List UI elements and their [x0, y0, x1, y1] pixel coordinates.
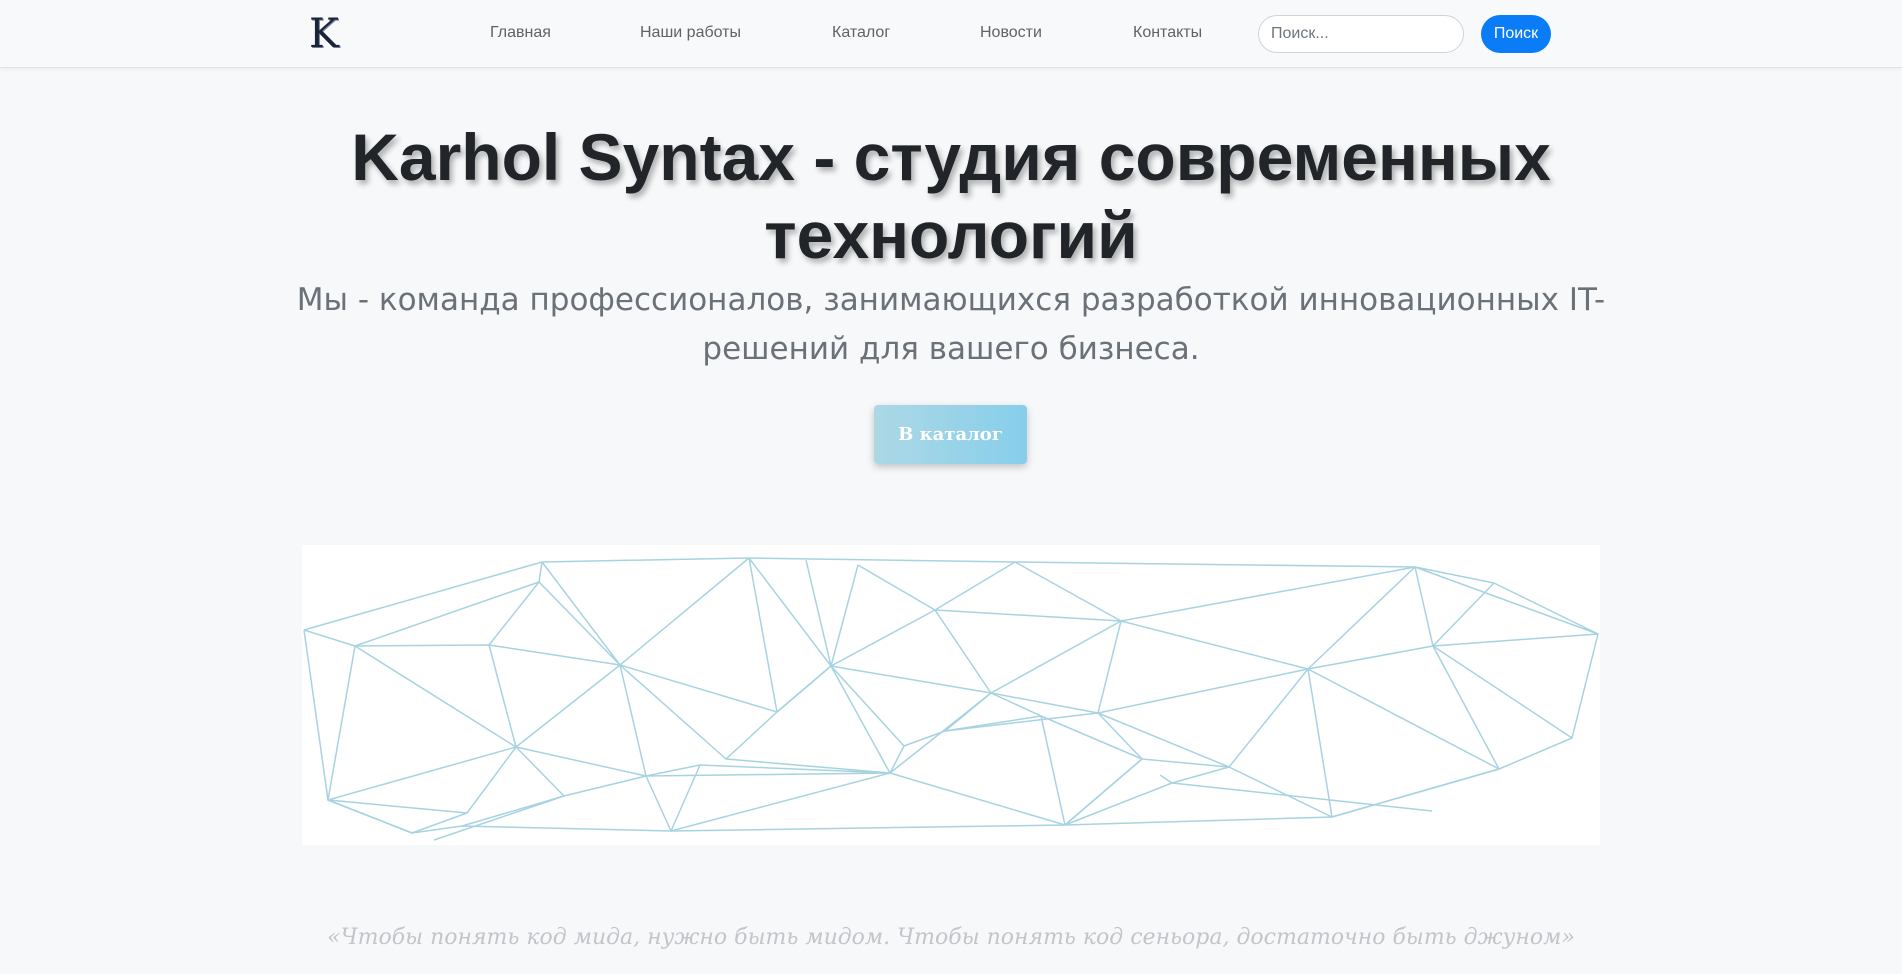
nav-link-news[interactable]: Новости: [980, 24, 1042, 42]
logo[interactable]: K: [306, 12, 342, 56]
nav-link-catalog[interactable]: Каталог: [832, 24, 890, 42]
hero-title: Karhol Syntax - студия современных техно…: [351, 120, 1551, 272]
search-input[interactable]: [1258, 15, 1464, 53]
nav-link-contacts[interactable]: Контакты: [1133, 24, 1202, 42]
navbar: K Главная Наши работы Каталог Новости Ко…: [0, 0, 1902, 68]
polygon-mesh-graphic: [303, 557, 1599, 841]
hero-subtitle: Мы - команда профессионалов, занимающихс…: [296, 282, 1606, 367]
search-button[interactable]: Поиск: [1481, 15, 1551, 53]
quote: «Чтобы понять код мида, нужно быть мидом…: [327, 925, 1575, 950]
nav-link-home[interactable]: Главная: [490, 24, 551, 42]
polygon-mesh-illustration: [302, 545, 1600, 845]
catalog-button[interactable]: В каталог: [874, 405, 1027, 464]
nav-link-our-works[interactable]: Наши работы: [640, 24, 741, 42]
